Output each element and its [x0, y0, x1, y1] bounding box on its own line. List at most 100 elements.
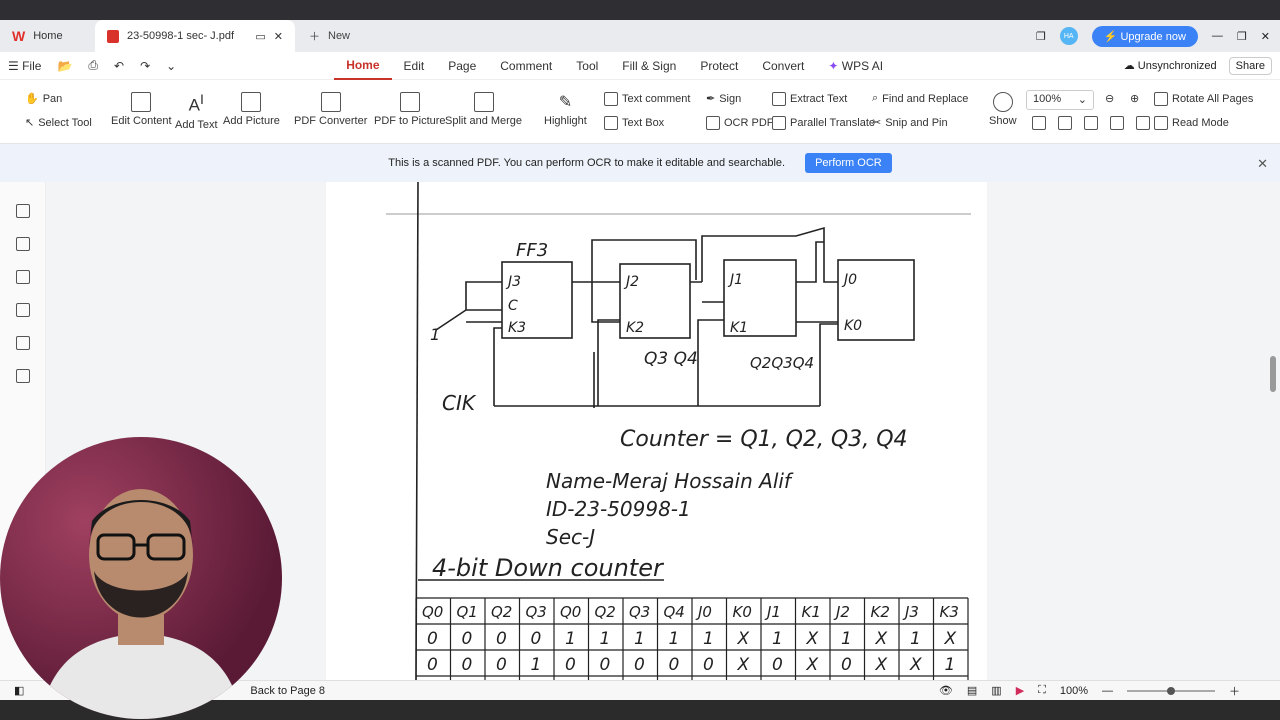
zoom-select[interactable]: 100% ⌄: [1026, 90, 1094, 110]
signature-icon[interactable]: [16, 336, 30, 350]
close-icon[interactable]: ✕: [1257, 156, 1268, 172]
restore-icon[interactable]: ❐: [1237, 30, 1247, 43]
table-cell: 1: [634, 629, 645, 649]
zoom-out-icon[interactable]: ⊖: [1105, 92, 1114, 105]
zoom-in-icon[interactable]: ＋: [1229, 683, 1240, 699]
tab-window-icon[interactable]: ▭: [255, 30, 265, 43]
zoom-slider[interactable]: [1127, 686, 1215, 695]
pdf-converter-button[interactable]: PDF Converter: [294, 92, 367, 127]
minimize-icon[interactable]: —: [1212, 30, 1223, 42]
add-picture-button[interactable]: Add Picture: [223, 92, 280, 127]
picture-icon: [241, 92, 262, 112]
pdf-to-picture-button[interactable]: PDF to Picture: [374, 92, 446, 127]
window-layout-icon[interactable]: ❐: [1036, 30, 1046, 43]
play-slideshow-icon[interactable]: ▶: [1016, 684, 1024, 697]
perform-ocr-button[interactable]: Perform OCR: [805, 153, 892, 173]
add-text-button[interactable]: AI Add Text: [175, 92, 218, 131]
undo-icon[interactable]: ↶: [106, 59, 132, 73]
tab-home[interactable]: W Home: [0, 20, 95, 52]
redo-icon[interactable]: ↷: [132, 59, 158, 73]
rotate-right-icon[interactable]: [1136, 116, 1150, 130]
sign-button[interactable]: ✒ Sign: [706, 92, 741, 106]
snip-pin-button[interactable]: ✂ Snip and Pin: [872, 116, 948, 130]
read-mode-button[interactable]: Read Mode: [1154, 116, 1229, 130]
find-replace-button[interactable]: ⌕ Find and Replace: [872, 92, 968, 105]
upgrade-button[interactable]: ⚡ Upgrade now: [1091, 25, 1198, 47]
file-menu[interactable]: ☰ File: [0, 59, 49, 73]
menu-tab-edit[interactable]: Edit: [392, 52, 437, 80]
show-button[interactable]: Show: [989, 92, 1017, 127]
table-header-cell: J0: [695, 603, 712, 621]
menu-tab-page[interactable]: Page: [436, 52, 488, 80]
highlight-label: Highlight: [544, 115, 587, 127]
zoom-in-icon[interactable]: ⊕: [1130, 92, 1139, 105]
table-cell: X: [875, 655, 888, 675]
menu-tab-home[interactable]: Home: [334, 52, 392, 80]
fit-icon[interactable]: ⛶: [1038, 684, 1046, 697]
menu-tab-comment[interactable]: Comment: [488, 52, 564, 80]
q3q4-label: Q3 Q4: [644, 349, 698, 369]
highlighter-icon: ✎: [558, 94, 573, 111]
tab-close-icon[interactable]: ✕: [274, 30, 283, 43]
menu-tab-convert[interactable]: Convert: [750, 52, 816, 80]
close-window-icon[interactable]: ✕: [1261, 30, 1270, 43]
scrollbar-thumb[interactable]: [1270, 356, 1276, 392]
text-box-button[interactable]: Text Box: [604, 116, 664, 130]
comment-icon[interactable]: [16, 270, 30, 284]
edit-content-button[interactable]: Edit Content: [111, 92, 172, 127]
tab-document[interactable]: 23-50998-1 sec- J.pdf ▭ ✕: [95, 20, 295, 52]
menu-tab-wps-ai[interactable]: ✦ WPS AI: [816, 52, 895, 80]
menu-tab-protect[interactable]: Protect: [688, 52, 750, 80]
rotate-all-button[interactable]: Rotate All Pages: [1154, 92, 1253, 106]
ff2-k-label: K2: [626, 320, 644, 336]
ai-sparkle-icon: ✦: [828, 58, 842, 73]
menu-tab-tool[interactable]: Tool: [564, 52, 610, 80]
table-cell: 1: [703, 629, 714, 649]
vertical-scrollbar[interactable]: [1268, 190, 1276, 678]
share-button[interactable]: Share: [1228, 56, 1272, 75]
single-page-icon[interactable]: [1032, 116, 1046, 130]
zoom-out-icon[interactable]: —: [1102, 685, 1113, 697]
select-tool[interactable]: ↖ Select Tool: [25, 116, 92, 130]
bookmark-icon[interactable]: [16, 204, 30, 218]
print-icon[interactable]: ⎙: [80, 58, 106, 73]
table-header-cell: Q0: [560, 603, 581, 621]
handwritten-page: FF3 J3 C K3 J2 K2 J1 K1 J0 K0 1 CIK Q3 Q…: [386, 182, 971, 680]
new-tab-button[interactable]: ＋ New: [295, 28, 364, 44]
sidebar-toggle-icon[interactable]: ◧: [14, 684, 24, 697]
double-page-icon[interactable]: ▥: [991, 684, 1001, 697]
open-folder-icon[interactable]: 📂: [49, 59, 80, 73]
split-merge-button[interactable]: Split and Merge: [445, 92, 522, 127]
thumbnail-icon[interactable]: [16, 237, 30, 251]
back-to-page[interactable]: Back to Page 8: [250, 685, 325, 697]
table-cell: 1: [841, 629, 852, 649]
table-header-cell: K1: [802, 603, 821, 621]
more-dropdown-icon[interactable]: ⌄: [158, 59, 184, 73]
highlight-button[interactable]: ✎ Highlight: [544, 92, 587, 127]
rotate-left-icon[interactable]: [1110, 116, 1124, 130]
table-cell: 1: [772, 629, 783, 649]
fit-width-icon[interactable]: [1084, 116, 1098, 130]
new-tab-label: New: [328, 30, 351, 42]
page-layout-icon[interactable]: ▤: [967, 684, 977, 697]
layers-icon[interactable]: [16, 369, 30, 383]
ocr-pdf-button[interactable]: OCR PDF: [706, 116, 774, 130]
attachment-icon[interactable]: [16, 303, 30, 317]
parallel-translate-button[interactable]: Parallel Translate: [772, 116, 875, 130]
read-mode-label: Read Mode: [1172, 117, 1229, 129]
table-cell: 0: [427, 655, 438, 675]
menu-tab-fill-sign[interactable]: Fill & Sign: [610, 52, 688, 80]
zoom-slider-knob[interactable]: [1167, 686, 1175, 695]
table-cell: 0: [462, 655, 473, 675]
eye-icon[interactable]: 👁: [939, 684, 953, 697]
sync-status[interactable]: ☁ Unsynchronized: [1124, 59, 1217, 72]
extract-text-button[interactable]: Extract Text: [772, 92, 847, 106]
add-text-icon: AI: [188, 92, 204, 115]
extract-text-icon: [772, 92, 786, 106]
ocr-icon: [706, 116, 720, 130]
text-comment-label: Text comment: [622, 93, 691, 105]
text-comment-button[interactable]: Text comment: [604, 92, 690, 106]
fit-page-icon[interactable]: [1058, 116, 1072, 130]
user-avatar[interactable]: HA: [1059, 27, 1078, 45]
pan-tool[interactable]: ✋ Pan: [25, 92, 62, 106]
